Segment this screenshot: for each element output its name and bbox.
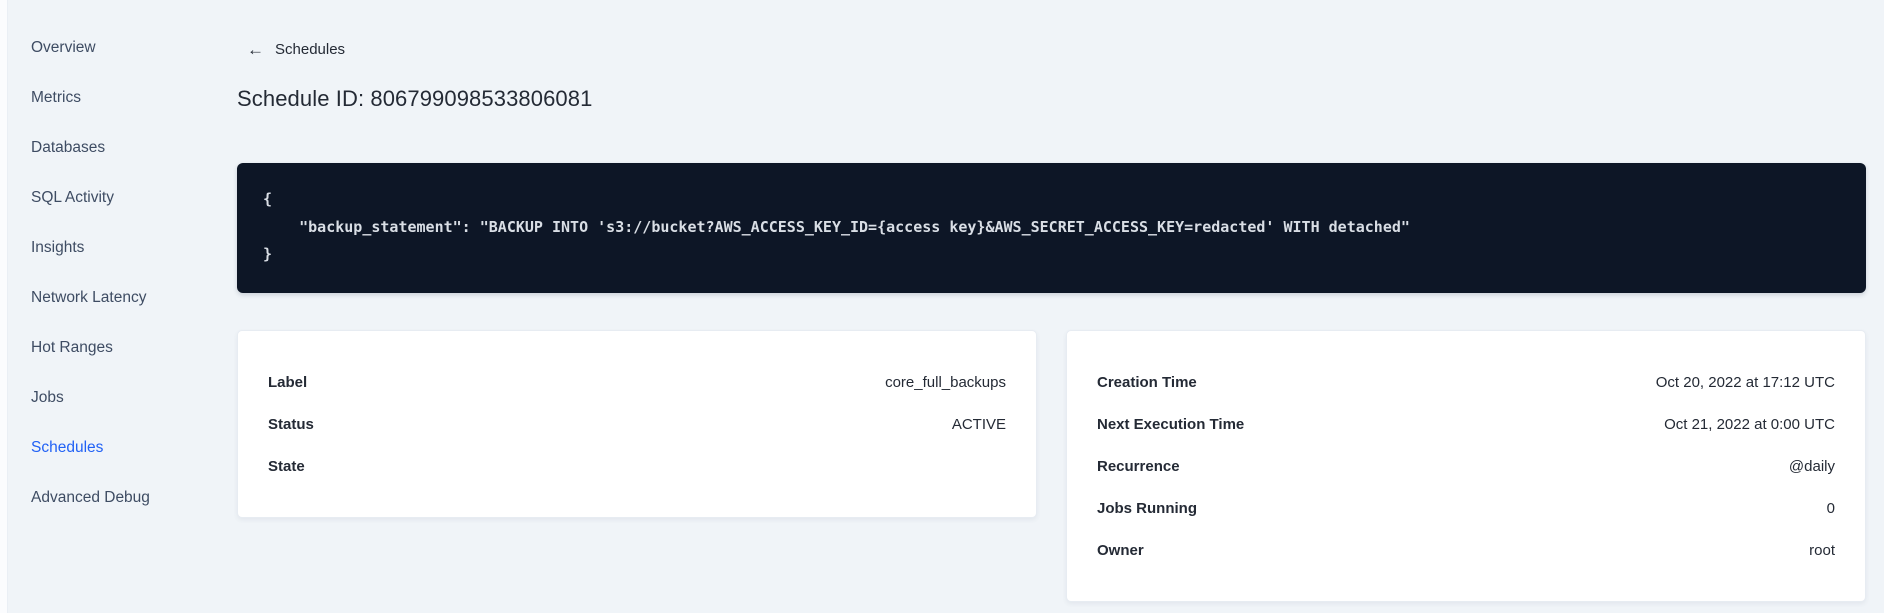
detail-value: Oct 21, 2022 at 0:00 UTC — [1664, 415, 1835, 433]
sidebar-item-jobs[interactable]: Jobs — [8, 373, 208, 423]
sidebar-item-insights[interactable]: Insights — [8, 223, 208, 273]
left-edge-strip — [0, 0, 8, 613]
code-line: { — [263, 190, 273, 208]
detail-cards-row: Label core_full_backups Status ACTIVE St… — [237, 330, 1866, 602]
table-row: State — [268, 445, 1006, 487]
back-link-label: Schedules — [275, 41, 346, 58]
schedule-definition-code-block: { "backup_statement": "BACKUP INTO 's3:/… — [237, 163, 1866, 293]
detail-label: Label — [268, 373, 308, 391]
table-row: Jobs Running 0 — [1097, 487, 1835, 529]
table-row: Status ACTIVE — [268, 403, 1006, 445]
detail-label: Next Execution Time — [1097, 415, 1245, 433]
schedule-timing-card: Creation Time Oct 20, 2022 at 17:12 UTC … — [1066, 330, 1866, 602]
table-row: Next Execution Time Oct 21, 2022 at 0:00… — [1097, 403, 1835, 445]
main-content: ← Schedules Schedule ID: 806799098533806… — [237, 0, 1866, 613]
sidebar-item-advanced-debug[interactable]: Advanced Debug — [8, 473, 208, 523]
sidebar-item-hot-ranges[interactable]: Hot Ranges — [8, 323, 208, 373]
sidebar-item-overview[interactable]: Overview — [8, 23, 208, 73]
back-to-schedules-link[interactable]: ← Schedules — [247, 41, 345, 58]
back-arrow-icon: ← — [247, 40, 264, 59]
schedule-summary-card: Label core_full_backups Status ACTIVE St… — [237, 330, 1037, 518]
detail-value: @daily — [1788, 457, 1835, 475]
detail-label: State — [268, 457, 305, 475]
table-row: Creation Time Oct 20, 2022 at 17:12 UTC — [1097, 361, 1835, 403]
table-row: Recurrence @daily — [1097, 445, 1835, 487]
detail-value: core_full_backups — [885, 373, 1006, 391]
detail-value: root — [1809, 541, 1835, 559]
sidebar-item-sql-activity[interactable]: SQL Activity — [8, 173, 208, 223]
page-title: Schedule ID: 806799098533806081 — [237, 86, 593, 111]
code-line: } — [263, 245, 273, 263]
table-row: Label core_full_backups — [268, 361, 1006, 403]
code-line: "backup_statement": "BACKUP INTO 's3://b… — [263, 217, 1410, 236]
detail-label: Creation Time — [1097, 373, 1197, 391]
detail-label: Owner — [1097, 541, 1144, 559]
sidebar-item-metrics[interactable]: Metrics — [8, 73, 208, 123]
sidebar-item-databases[interactable]: Databases — [8, 123, 208, 173]
detail-label: Recurrence — [1097, 457, 1180, 475]
detail-value: Oct 20, 2022 at 17:12 UTC — [1655, 373, 1835, 391]
detail-value: 0 — [1826, 499, 1835, 517]
sidebar-nav: Overview Metrics Databases SQL Activity … — [8, 23, 208, 523]
table-row: Owner root — [1097, 529, 1835, 571]
sidebar-item-schedules[interactable]: Schedules — [8, 423, 208, 473]
sidebar-item-network-latency[interactable]: Network Latency — [8, 273, 208, 323]
detail-label: Jobs Running — [1097, 499, 1197, 517]
detail-value: ACTIVE — [951, 415, 1006, 433]
detail-label: Status — [268, 415, 314, 433]
